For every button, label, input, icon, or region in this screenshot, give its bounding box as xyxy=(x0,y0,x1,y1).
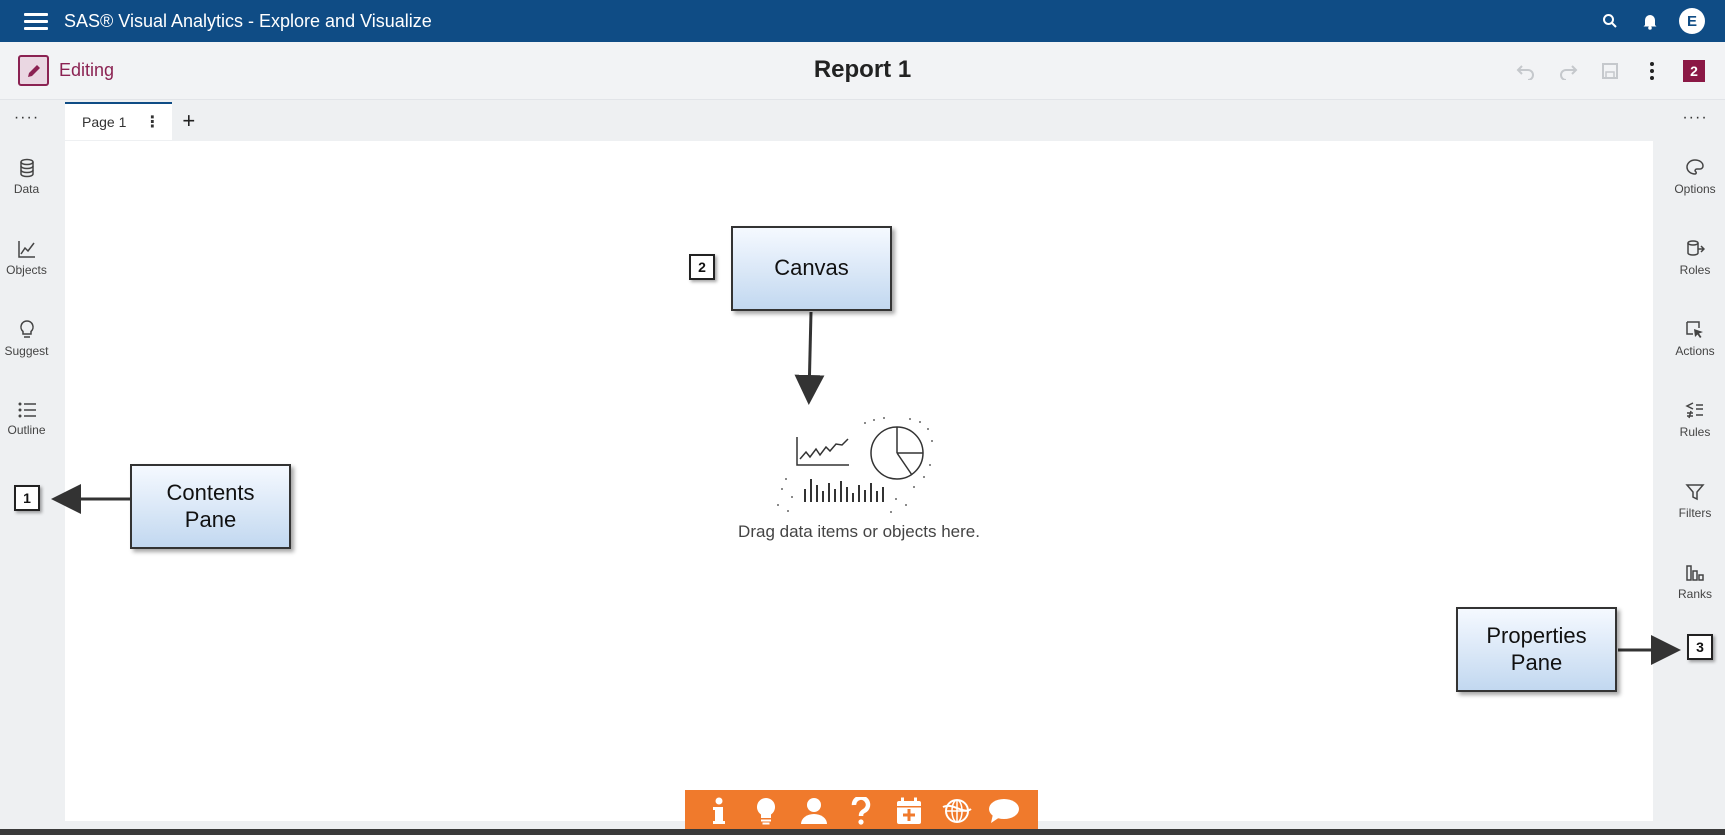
right-pane-item-roles[interactable]: Roles xyxy=(1665,239,1725,277)
right-pane-item-ranks[interactable]: Ranks xyxy=(1665,563,1725,601)
calendar-add-icon[interactable] xyxy=(893,795,925,827)
right-pane-item-options[interactable]: Options xyxy=(1665,158,1725,196)
app-title: SAS® Visual Analytics - Explore and Visu… xyxy=(64,10,432,31)
left-pane-item-outline[interactable]: Outline xyxy=(0,401,53,437)
callout-number-3: 3 xyxy=(1687,634,1713,660)
left-pane-label: Suggest xyxy=(4,344,49,358)
edit-mode-label: Editing xyxy=(59,60,115,80)
right-pane-label: Actions xyxy=(1675,344,1715,358)
lightbulb-icon[interactable] xyxy=(750,795,782,827)
report-toolbar: Editing Report 1 2 xyxy=(0,42,1725,100)
bottom-border xyxy=(0,829,1725,835)
tab-menu-icon[interactable]: ⋮ xyxy=(144,112,160,132)
data-roles-icon xyxy=(1687,240,1705,256)
canvas-placeholder: Drag data items or objects here. xyxy=(738,522,980,541)
right-pane-item-actions[interactable]: Actions xyxy=(1665,320,1725,358)
undo-icon[interactable] xyxy=(1515,60,1537,82)
globe-icon[interactable] xyxy=(941,795,973,827)
cursor-icon xyxy=(1686,321,1703,338)
line-chart-icon xyxy=(17,241,35,258)
contents-pane: ···· Data Objects Suggest Outline xyxy=(0,100,53,828)
right-pane-item-filters[interactable]: Filters xyxy=(1665,482,1725,520)
right-pane-label: Rules xyxy=(1679,425,1711,439)
left-pane-label: Objects xyxy=(6,263,47,277)
right-pane-label: Ranks xyxy=(1677,587,1712,601)
edit-mode-button[interactable] xyxy=(18,55,49,86)
funnel-icon xyxy=(1685,484,1705,501)
info-icon[interactable] xyxy=(703,795,735,827)
list-icon xyxy=(18,402,36,418)
lightbulb-icon xyxy=(19,320,34,338)
help-toolbar xyxy=(685,790,1038,832)
left-pane-item-suggest[interactable]: Suggest xyxy=(0,320,53,358)
canvas-callout: Canvas xyxy=(731,226,892,311)
user-icon[interactable] xyxy=(798,795,830,827)
save-icon[interactable] xyxy=(1599,60,1621,82)
redo-icon[interactable] xyxy=(1557,60,1579,82)
properties-pane-callout: Properties Pane xyxy=(1456,607,1617,692)
palette-icon xyxy=(1686,159,1704,175)
header-actions: E xyxy=(1599,0,1705,42)
ranks-icon xyxy=(1686,565,1704,581)
callout-label-line2: Pane xyxy=(184,506,237,532)
pencil-icon xyxy=(27,64,40,77)
right-pane-item-rules[interactable]: Rules xyxy=(1665,401,1725,439)
callout-number-1: 1 xyxy=(14,485,40,511)
rules-icon xyxy=(1685,402,1703,419)
properties-pane: ···· Options Roles Actions Rules Filters… xyxy=(1665,100,1725,828)
database-icon xyxy=(19,158,34,178)
help-icon[interactable] xyxy=(845,795,877,827)
right-pane-label: Filters xyxy=(1678,506,1712,520)
search-icon[interactable] xyxy=(1599,10,1621,32)
bell-icon[interactable] xyxy=(1639,10,1661,32)
report-actions: 2 xyxy=(1515,54,1705,88)
left-pane-item-data[interactable]: Data xyxy=(0,158,53,196)
tab-label: Page 1 xyxy=(82,114,127,130)
callout-label: Canvas xyxy=(774,255,849,281)
add-page-icon[interactable]: + xyxy=(182,108,195,134)
empty-canvas-illustration xyxy=(777,417,933,513)
callout-label-line1: Properties xyxy=(1486,623,1587,649)
right-pane-label: Options xyxy=(1674,182,1716,196)
left-pane-label: Outline xyxy=(7,423,46,437)
page-tabs: Page 1 ⋮ + xyxy=(65,102,195,140)
report-title: Report 1 xyxy=(813,56,912,83)
count-badge[interactable]: 2 xyxy=(1683,60,1705,82)
left-pane-label: Data xyxy=(13,182,40,196)
chat-icon[interactable] xyxy=(988,795,1020,827)
left-pane-item-objects[interactable]: Objects xyxy=(0,239,53,277)
tab-page-1[interactable]: Page 1 ⋮ xyxy=(65,102,173,140)
left-pane-more[interactable]: ···· xyxy=(0,110,53,126)
contents-pane-callout: Contents Pane xyxy=(130,464,291,549)
right-pane-more[interactable]: ···· xyxy=(1665,110,1725,126)
callout-label-line2: Pane xyxy=(1510,649,1563,675)
callout-label-line1: Contents xyxy=(166,480,255,506)
avatar[interactable]: E xyxy=(1679,8,1705,34)
menu-icon[interactable] xyxy=(24,12,48,30)
right-pane-label: Roles xyxy=(1679,263,1711,277)
callout-number-2: 2 xyxy=(689,254,715,280)
more-vertical-icon[interactable] xyxy=(1641,60,1663,82)
app-header: SAS® Visual Analytics - Explore and Visu… xyxy=(0,0,1725,42)
